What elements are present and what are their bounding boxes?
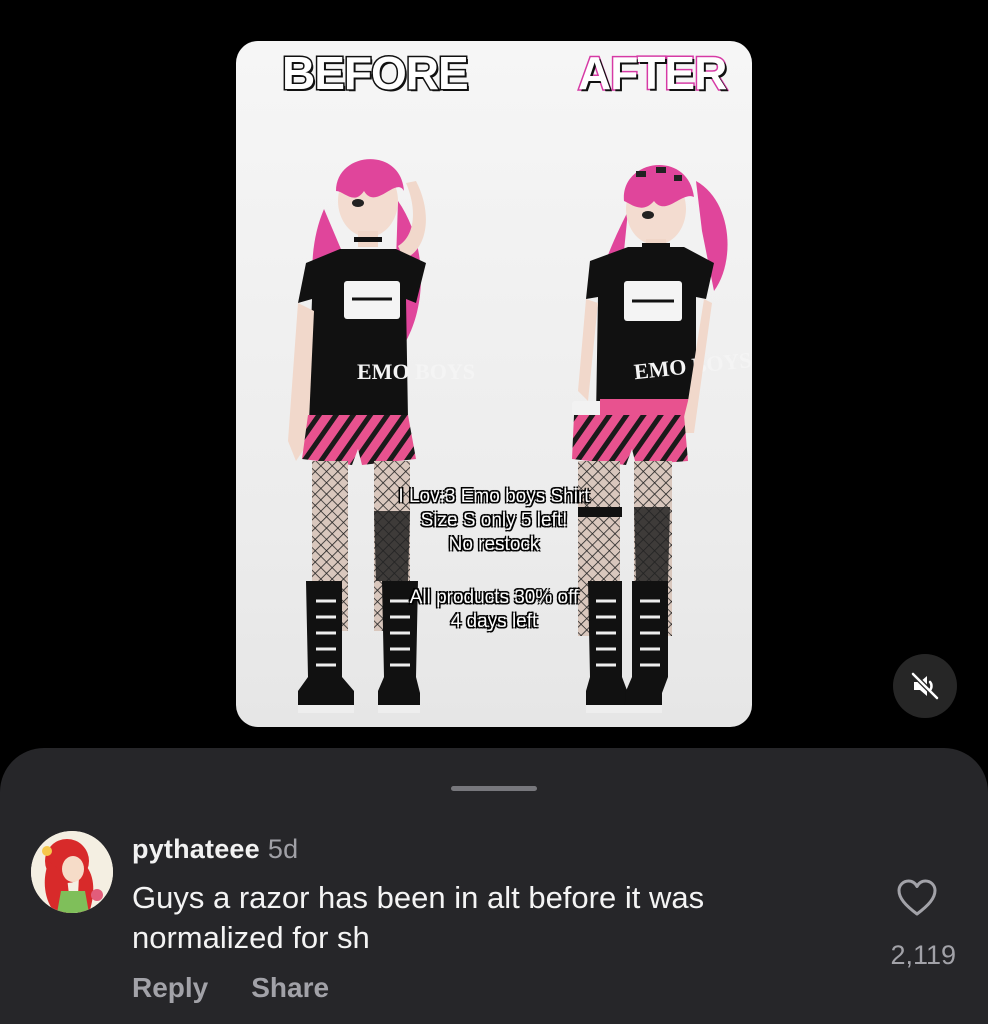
comment-author[interactable]: pythateee 5d (132, 834, 298, 865)
comment-timestamp: 5d (267, 834, 299, 864)
caption-line: I Lov:3 Emo boys Shirt (398, 486, 590, 507)
post-media[interactable]: EMO BOYS EMO BOYS BEFORE AFTER I Lov:3 E… (236, 41, 752, 727)
after-label: AFTER (576, 46, 728, 101)
like-count: 2,119 (890, 940, 956, 970)
heart-outline-icon[interactable] (895, 876, 939, 920)
comment-text: Guys a razor has been in alt before it w… (132, 880, 705, 955)
share-button[interactable]: Share (251, 972, 329, 1004)
promo-caption: I Lov:3 Emo boys Shirt Size S only 5 lef… (236, 485, 752, 557)
username[interactable]: pythateee (132, 834, 260, 864)
caption-line: All products 30% off (409, 587, 579, 608)
mute-button[interactable] (893, 654, 957, 718)
avatar[interactable] (31, 831, 113, 913)
caption-line: No restock (448, 534, 540, 555)
caption-line: 4 days left (450, 611, 538, 632)
speaker-muted-icon (911, 672, 939, 700)
caption-line: Size S only 5 left! (420, 510, 568, 531)
comments-sheet: pythateee 5d Guys a razor has been in alt… (0, 748, 988, 1024)
before-label: BEFORE (281, 46, 471, 101)
comment-actions: Reply Share (132, 972, 329, 1004)
sale-caption: All products 30% off 4 days left (236, 586, 752, 634)
shirt-print-before: EMO BOYS (357, 359, 475, 384)
reply-button[interactable]: Reply (132, 972, 208, 1004)
sheet-grabber[interactable] (451, 786, 537, 791)
